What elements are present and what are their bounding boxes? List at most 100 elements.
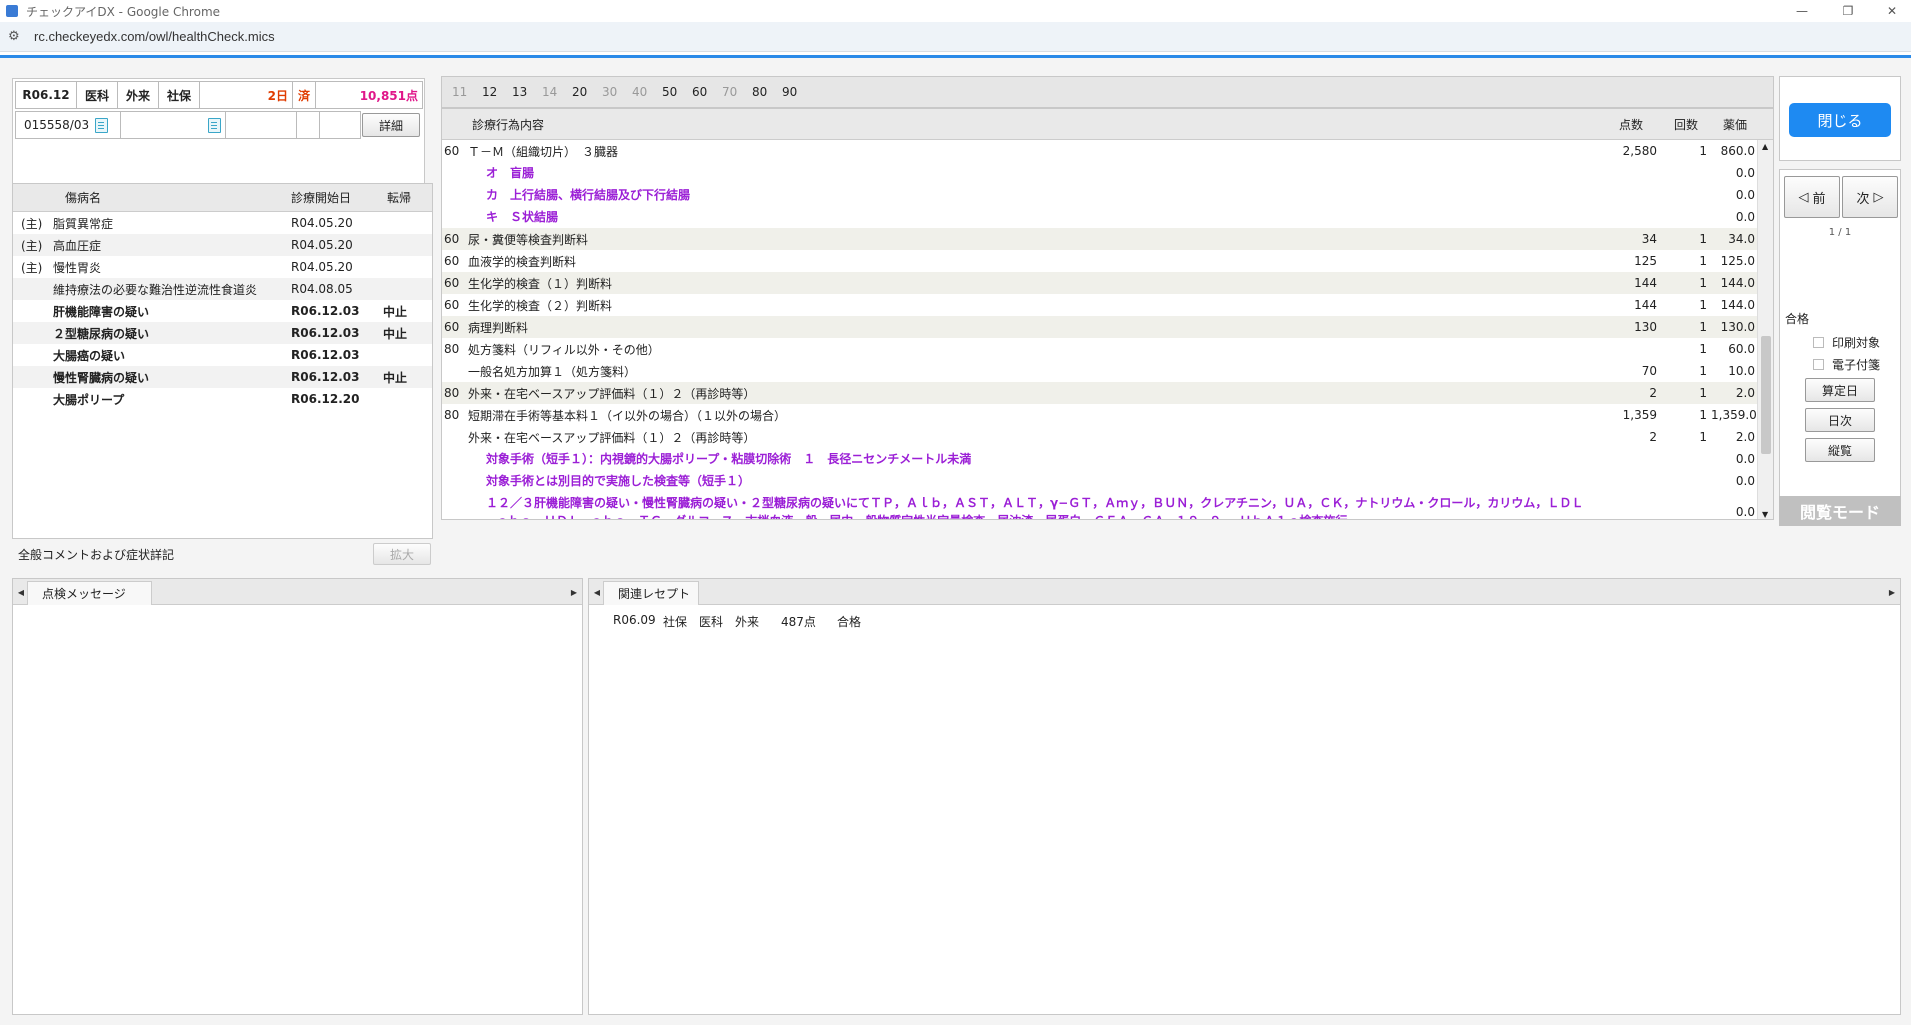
order-price: 34.0 bbox=[1728, 232, 1755, 246]
scroll-up-icon[interactable]: ▲ bbox=[1762, 142, 1768, 151]
disease-row[interactable]: 大腸癌の疑い R06.12.03 bbox=[13, 344, 432, 366]
order-count: 1 bbox=[1699, 320, 1707, 334]
order-row[interactable]: 対象手術（短手１）：内視鏡的大腸ポリープ・粘膜切除術 １ 長径ニセンチメートル未… bbox=[442, 448, 1759, 470]
order-table: 診療行為内容 点数 回数 薬価 60 Ｔ－Ｍ（組織切片） ３臓器 2,580 1 860… bbox=[441, 108, 1774, 520]
tab-related-receipts[interactable]: 関連レセプト bbox=[603, 581, 699, 605]
order-row[interactable]: 80 外来・在宅ベースアップ評価料（１）２（再診時等） 2 1 2.0 bbox=[442, 382, 1759, 404]
order-code: 60 bbox=[444, 298, 460, 312]
document-icon-2[interactable] bbox=[208, 117, 221, 133]
close-window-icon[interactable]: ✕ bbox=[1872, 0, 1911, 22]
url-text[interactable]: rc.checkeyedx.com/owl/healthCheck.mics bbox=[34, 29, 275, 44]
disease-start-date: R04.05.20 bbox=[291, 260, 353, 274]
tab-scroll-right-icon-2[interactable]: ▶ bbox=[1886, 581, 1898, 603]
disease-row[interactable]: (主) 高血圧症 R04.05.20 bbox=[13, 234, 432, 256]
site-info-icon[interactable]: ⚙ bbox=[8, 29, 24, 44]
scroll-thumb[interactable] bbox=[1761, 336, 1771, 454]
disease-row[interactable]: 肝機能障害の疑い R06.12.03 中止 bbox=[13, 300, 432, 322]
order-content: １２／３肝機能障害の疑い・慢性腎臓病の疑い・２型糖尿病の疑いにてＴＰ，Ａｌｂ，Ａ… bbox=[486, 496, 1584, 519]
detail-button[interactable]: 詳細 bbox=[362, 113, 420, 137]
disease-row[interactable]: ２型糖尿病の疑い R06.12.03 中止 bbox=[13, 322, 432, 344]
prev-button[interactable]: ◁ 前 bbox=[1784, 176, 1840, 218]
order-row[interactable]: 外来・在宅ベースアップ評価料（１）２（再診時等） 2 1 2.0 bbox=[442, 426, 1759, 448]
order-price: 2.0 bbox=[1735, 430, 1755, 444]
blank-cell-1 bbox=[120, 111, 226, 139]
disease-start-date: R06.12.03 bbox=[291, 304, 360, 318]
order-tab-40[interactable]: 40 bbox=[632, 85, 662, 99]
order-tab-50[interactable]: 50 bbox=[662, 85, 692, 99]
order-tab-12[interactable]: 12 bbox=[482, 85, 512, 99]
order-price: 10.0 bbox=[1728, 364, 1755, 378]
tab-scroll-left-icon[interactable]: ◀ bbox=[15, 581, 27, 603]
e-sticky-checkbox[interactable] bbox=[1813, 359, 1824, 370]
order-row[interactable]: 一般名処方加算１（処方箋料） 70 1 10.0 bbox=[442, 360, 1759, 382]
disease-start-date: R04.05.20 bbox=[291, 216, 353, 230]
right-control-panel: 閉じる ◁ 前 次 ▷ 1 / 1 合格 印刷対象 電子付箋 算定日 日次 縦覧… bbox=[1779, 76, 1901, 526]
receipt-result: 合格 bbox=[837, 615, 862, 629]
order-row[interactable]: カ 上行結腸、横行結腸及び下行結腸 0.0 bbox=[442, 184, 1759, 206]
minimize-icon[interactable]: — bbox=[1782, 0, 1822, 22]
order-row[interactable]: 60 生化学的検査（１）判断料 144 1 144.0 bbox=[442, 272, 1759, 294]
tab-scroll-right-icon[interactable]: ▶ bbox=[568, 581, 580, 603]
order-points: 144 bbox=[1634, 298, 1657, 312]
tab-check-messages[interactable]: 点検メッセージ bbox=[27, 581, 152, 605]
order-row[interactable]: 60 血液学的検査判断料 125 1 125.0 bbox=[442, 250, 1759, 272]
order-row[interactable]: 60 生化学的検査（２）判断料 144 1 144.0 bbox=[442, 294, 1759, 316]
window-titlebar: チェックアイDX - Google Chrome — ❐ ✕ bbox=[0, 0, 1911, 22]
order-row[interactable]: 対象手術とは別目的で実施した検査等（短手１） 0.0 bbox=[442, 470, 1759, 492]
order-tab-14[interactable]: 14 bbox=[542, 85, 572, 99]
order-points: 144 bbox=[1634, 276, 1657, 290]
order-row[interactable]: 80 短期滞在手術等基本料１（イ以外の場合）（１以外の場合） 1,359 1 1,359… bbox=[442, 404, 1759, 426]
close-button[interactable]: 閉じる bbox=[1789, 103, 1891, 137]
order-price: 0.0 bbox=[1735, 188, 1755, 202]
receipt-header: R06.12 医科 外来 社保 2日 済 10,851点 015558/03 詳… bbox=[12, 78, 425, 196]
order-tab-20[interactable]: 20 bbox=[572, 85, 602, 99]
order-row[interactable]: １２／３肝機能障害の疑い・慢性腎臓病の疑い・２型糖尿病の疑いにてＴＰ，Ａｌｂ，Ａ… bbox=[442, 492, 1759, 519]
order-code: 60 bbox=[444, 254, 460, 268]
disease-row[interactable]: 維持療法の必要な難治性逆流性食道炎 R04.08.05 bbox=[13, 278, 432, 300]
order-tab-11[interactable]: 11 bbox=[452, 85, 482, 99]
scroll-down-icon[interactable]: ▼ bbox=[1762, 510, 1768, 519]
prev-eye-icon: ◁ bbox=[1798, 189, 1809, 205]
order-row[interactable]: オ 盲腸 0.0 bbox=[442, 162, 1759, 184]
disease-table-body: (主) 脂質異常症 R04.05.20 (主) 高血圧症 R04.05.20 (主) 慢性胃炎… bbox=[13, 212, 432, 410]
disease-outcome: 中止 bbox=[383, 370, 408, 385]
disease-row[interactable]: (主) 慢性胃炎 R04.05.20 bbox=[13, 256, 432, 278]
restore-icon[interactable]: ❐ bbox=[1828, 0, 1868, 22]
disease-row[interactable]: 大腸ポリープ R06.12.20 bbox=[13, 388, 432, 410]
vertical-review-button[interactable]: 縦覧 bbox=[1805, 438, 1875, 462]
order-code: 60 bbox=[444, 144, 460, 158]
disease-row[interactable]: (主) 脂質異常症 R04.05.20 bbox=[13, 212, 432, 234]
disease-start-date: R04.05.20 bbox=[291, 238, 353, 252]
order-tab-80[interactable]: 80 bbox=[752, 85, 782, 99]
order-count: 1 bbox=[1699, 144, 1707, 158]
order-tab-70[interactable]: 70 bbox=[722, 85, 752, 99]
order-price: 60.0 bbox=[1728, 342, 1755, 356]
calc-day-button[interactable]: 算定日 bbox=[1805, 378, 1875, 402]
related-receipts-panel: ◀ 関連レセプト ▶ R06.09 社保 医科 外来 487点 合格 bbox=[588, 578, 1901, 1015]
order-row[interactable]: 60 尿・糞便等検査判断料 34 1 34.0 bbox=[442, 228, 1759, 250]
tab-scroll-left-icon-2[interactable]: ◀ bbox=[591, 581, 603, 603]
order-row[interactable]: 60 病理判断料 130 1 130.0 bbox=[442, 316, 1759, 338]
daily-button[interactable]: 日次 bbox=[1805, 408, 1875, 432]
page-indicator: 1 / 1 bbox=[1828, 227, 1852, 238]
e-sticky-option[interactable]: 電子付箋 bbox=[1813, 356, 1880, 373]
order-row[interactable]: 60 Ｔ－Ｍ（組織切片） ３臓器 2,580 1 860.0 bbox=[442, 140, 1759, 162]
disease-row[interactable]: 慢性腎臓病の疑い R06.12.03 中止 bbox=[13, 366, 432, 388]
status-badge: 済 bbox=[292, 81, 316, 109]
order-scrollbar[interactable]: ▲ ▼ bbox=[1757, 140, 1773, 519]
order-tab-13[interactable]: 13 bbox=[512, 85, 542, 99]
order-table-header: 診療行為内容 点数 回数 薬価 bbox=[442, 109, 1773, 140]
print-target-checkbox[interactable] bbox=[1813, 337, 1824, 348]
order-points: 2 bbox=[1649, 430, 1657, 444]
order-row[interactable]: キ Ｓ状結腸 0.0 bbox=[442, 206, 1759, 228]
receipt-insurance: 社保 bbox=[663, 615, 688, 629]
order-tab-60[interactable]: 60 bbox=[692, 85, 722, 99]
related-receipt-row[interactable]: R06.09 社保 医科 外来 487点 合格 bbox=[613, 613, 877, 630]
print-target-option[interactable]: 印刷対象 bbox=[1813, 334, 1880, 351]
order-tab-30[interactable]: 30 bbox=[602, 85, 632, 99]
order-tab-90[interactable]: 90 bbox=[782, 85, 812, 99]
expand-button[interactable]: 拡大 bbox=[373, 543, 431, 565]
order-row[interactable]: 80 処方箋料（リフィル以外・その他） 1 60.0 bbox=[442, 338, 1759, 360]
document-icon[interactable] bbox=[95, 117, 109, 133]
next-button[interactable]: 次 ▷ bbox=[1842, 176, 1898, 218]
